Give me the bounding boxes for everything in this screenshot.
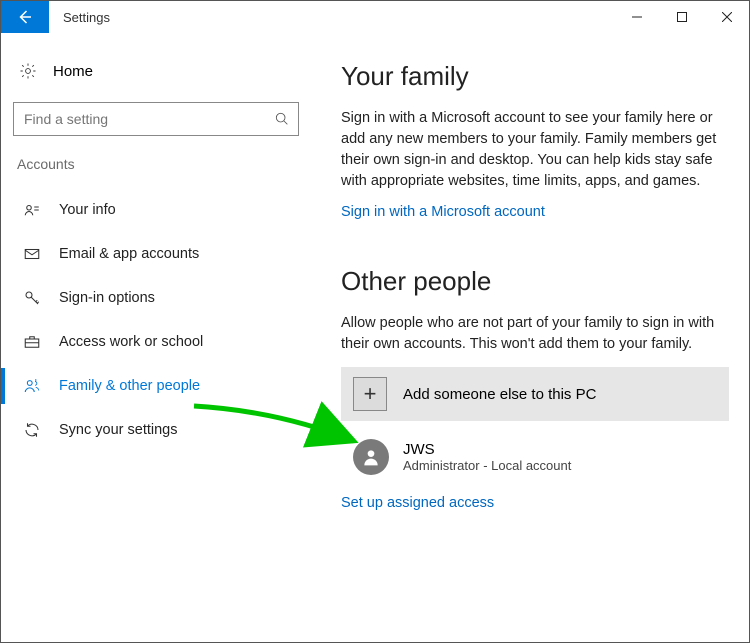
- sidebar-item-label: Sign-in options: [59, 290, 155, 306]
- content-panel: Your family Sign in with a Microsoft acc…: [311, 33, 749, 642]
- sidebar-item-family[interactable]: Family & other people: [13, 364, 299, 408]
- people-icon: [23, 377, 41, 395]
- window-controls: [614, 1, 749, 33]
- sidebar-item-label: Email & app accounts: [59, 246, 199, 262]
- close-button[interactable]: [704, 1, 749, 33]
- window-body: Home Accounts Your info: [1, 33, 749, 642]
- assigned-access-link[interactable]: Set up assigned access: [341, 495, 494, 511]
- family-desc: Sign in with a Microsoft account to see …: [341, 108, 729, 192]
- person-icon: [361, 447, 381, 467]
- sidebar-item-label: Access work or school: [59, 334, 203, 350]
- minimize-icon: [632, 12, 642, 22]
- user-name: JWS: [403, 441, 571, 458]
- family-heading: Your family: [341, 61, 729, 92]
- user-role: Administrator - Local account: [403, 458, 571, 473]
- sidebar-item-label: Your info: [59, 202, 116, 218]
- search-icon: [274, 111, 290, 127]
- sidebar-item-sync[interactable]: Sync your settings: [13, 408, 299, 452]
- titlebar: Settings: [1, 1, 749, 33]
- home-label: Home: [53, 63, 93, 80]
- close-icon: [722, 12, 732, 22]
- add-user-label: Add someone else to this PC: [403, 386, 596, 403]
- sidebar: Home Accounts Your info: [1, 33, 311, 642]
- user-meta: JWS Administrator - Local account: [403, 441, 571, 473]
- user-row[interactable]: JWS Administrator - Local account: [341, 437, 729, 477]
- nav-list: Your info Email & app accounts Sign-in o…: [13, 188, 299, 452]
- plus-icon: +: [353, 377, 387, 411]
- window-title: Settings: [49, 1, 614, 33]
- mail-icon: [23, 245, 41, 263]
- sidebar-item-label: Sync your settings: [59, 422, 177, 438]
- briefcase-icon: [23, 333, 41, 351]
- arrow-left-icon: [16, 8, 34, 26]
- avatar: [353, 439, 389, 475]
- key-icon: [23, 289, 41, 307]
- back-button[interactable]: [1, 1, 49, 33]
- sidebar-item-email[interactable]: Email & app accounts: [13, 232, 299, 276]
- settings-window: Settings Home: [0, 0, 750, 643]
- minimize-button[interactable]: [614, 1, 659, 33]
- add-user-button[interactable]: + Add someone else to this PC: [341, 367, 729, 421]
- gear-icon: [19, 62, 37, 80]
- sync-icon: [23, 421, 41, 439]
- sidebar-item-label: Family & other people: [59, 378, 200, 394]
- sidebar-item-your-info[interactable]: Your info: [13, 188, 299, 232]
- search-box[interactable]: [13, 102, 299, 136]
- category-label: Accounts: [17, 156, 299, 172]
- other-desc: Allow people who are not part of your fa…: [341, 313, 729, 355]
- sidebar-item-signin[interactable]: Sign-in options: [13, 276, 299, 320]
- maximize-button[interactable]: [659, 1, 704, 33]
- person-card-icon: [23, 201, 41, 219]
- other-heading: Other people: [341, 266, 729, 297]
- sidebar-item-work[interactable]: Access work or school: [13, 320, 299, 364]
- home-nav[interactable]: Home: [13, 58, 299, 84]
- signin-link[interactable]: Sign in with a Microsoft account: [341, 204, 545, 220]
- maximize-icon: [677, 12, 687, 22]
- search-input[interactable]: [22, 110, 274, 128]
